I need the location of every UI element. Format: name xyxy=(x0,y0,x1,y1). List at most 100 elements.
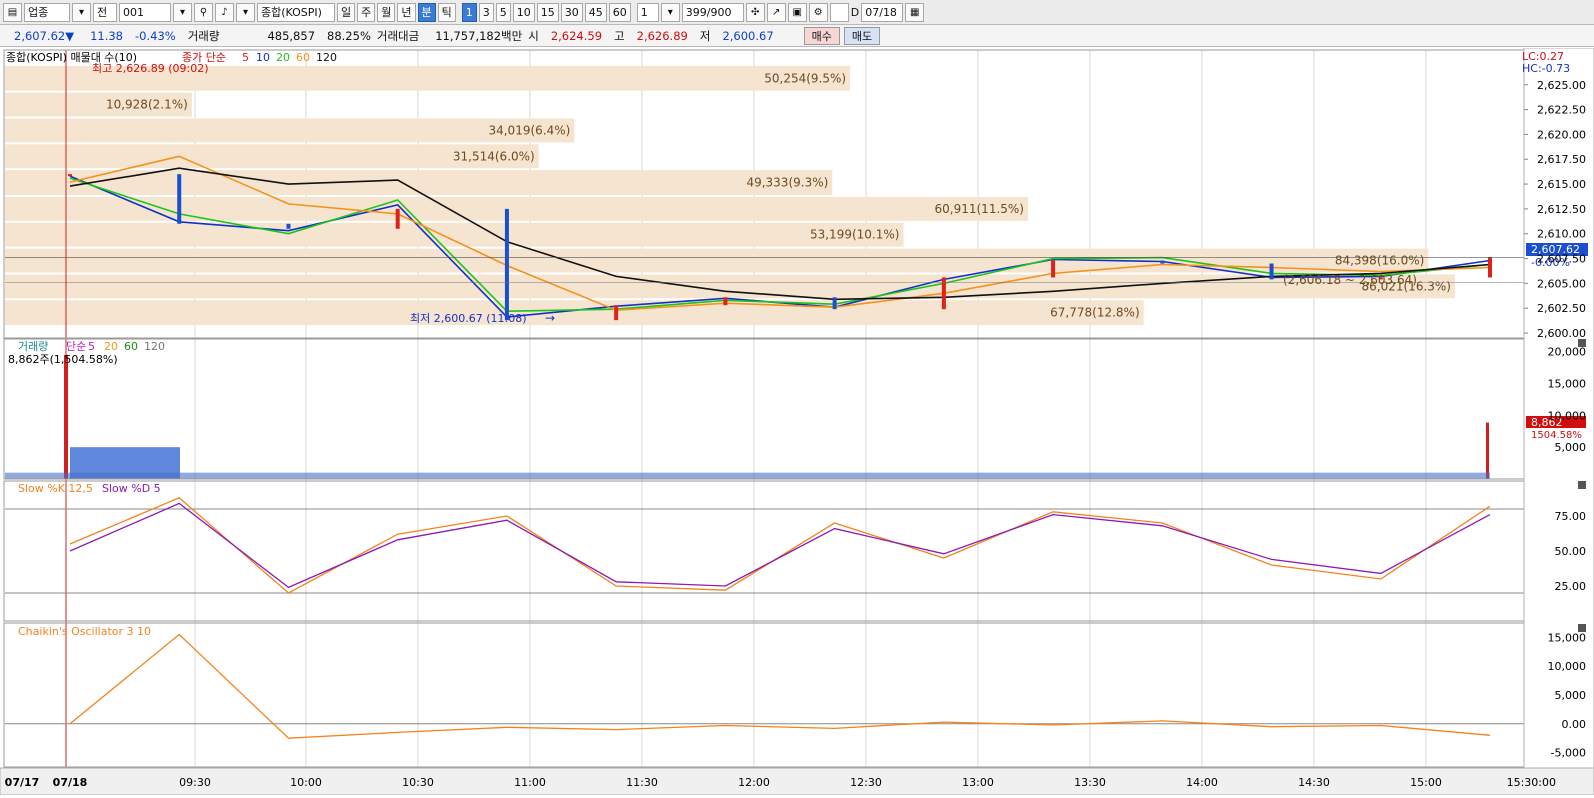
unit-input[interactable]: 1 xyxy=(636,2,659,22)
stoch-pane-close-icon[interactable] xyxy=(1578,481,1586,489)
price-tick-label: 2,600.00 xyxy=(1537,327,1586,340)
period-year-button[interactable]: 년 xyxy=(397,2,416,22)
price-tick-label: 2,615.00 xyxy=(1537,178,1586,191)
stoch-d-title: Slow %D 5 xyxy=(102,482,161,495)
calendar-icon[interactable]: ▦ xyxy=(905,2,925,22)
save-icon[interactable]: ▣ xyxy=(787,2,807,22)
count-input[interactable]: 399/900 xyxy=(681,2,744,22)
current-price: 2,607.62▼ xyxy=(0,29,80,43)
down-arrow-icon: ▼ xyxy=(65,28,75,43)
interval-15-button[interactable]: 15 xyxy=(536,2,559,22)
interval-15-label: 15 xyxy=(540,5,555,19)
time-axis-label: 12:30 xyxy=(850,776,882,789)
period-tick-button[interactable]: 틱 xyxy=(437,2,456,22)
chart-canvas[interactable]: 50,254(9.5%) 10,928(2.1%) 34,019(6.4%) 31,5… xyxy=(0,47,1594,796)
date-input[interactable]: 07/18 xyxy=(861,2,904,22)
interval-5-button[interactable]: 5 xyxy=(495,2,511,22)
volume-profile-label: 53,199(10.1%) xyxy=(810,228,899,242)
low-label: 저 xyxy=(699,28,711,43)
crosshair-tool-icon[interactable]: ✣ xyxy=(745,2,765,22)
interval-30-button[interactable]: 30 xyxy=(560,2,583,22)
volume-ma-20: 20 xyxy=(104,340,118,353)
volume-profile-bar xyxy=(5,196,1029,221)
buy-label: 매수 xyxy=(811,29,832,43)
price-ma-5: 5 xyxy=(242,51,249,64)
time-axis-label: 07/18 xyxy=(53,776,88,789)
list-dropdown-icon[interactable]: ▾ xyxy=(236,2,255,22)
period-day-label: 일 xyxy=(341,6,352,19)
price-candle xyxy=(614,305,619,321)
search-icon[interactable]: ⚲ xyxy=(194,2,213,22)
buy-button[interactable]: 매수 xyxy=(803,26,840,45)
price-candle xyxy=(1160,260,1165,264)
volume-tick-label: 15,000 xyxy=(1548,378,1587,391)
volume-profile-label: 31,514(6.0%) xyxy=(453,149,535,163)
price-tick-label: 2,607.50 xyxy=(1537,253,1586,266)
price-candle xyxy=(1051,260,1056,278)
time-axis-label: 14:30 xyxy=(1298,776,1330,789)
volume-profile-label: 49,333(9.3%) xyxy=(746,176,828,190)
period-month-button[interactable]: 월 xyxy=(377,2,396,22)
stoch-tick-label: 50.00 xyxy=(1555,545,1587,558)
price-candle xyxy=(177,174,182,224)
market-select[interactable]: 업종 xyxy=(24,2,70,22)
date-checkbox[interactable] xyxy=(829,2,849,22)
volume-base-bars xyxy=(5,472,1490,479)
volume-label: 거래량 xyxy=(187,28,220,43)
volume-profile-bar xyxy=(5,222,904,247)
price-candle xyxy=(395,208,400,229)
interval-1-label: 1 xyxy=(465,5,473,19)
chevron-down-icon[interactable]: ▾ xyxy=(72,2,91,22)
interval-5-label: 5 xyxy=(499,5,507,19)
period-year-label: 년 xyxy=(401,6,412,19)
volume-profile-label: 84,398(16.0%) xyxy=(1335,254,1424,268)
interval-45-label: 45 xyxy=(588,5,603,19)
chaikin-pane-close-icon[interactable] xyxy=(1578,624,1586,632)
volume-pane-close-icon[interactable] xyxy=(1578,339,1586,347)
interval-45-button[interactable]: 45 xyxy=(584,2,607,22)
interval-3-button[interactable]: 3 xyxy=(478,2,494,22)
sell-button[interactable]: 매도 xyxy=(843,26,881,45)
volume-profile-label: 10,928(2.1%) xyxy=(106,98,188,112)
price-tick-label: 2,605.00 xyxy=(1537,277,1586,290)
high-value: 2,626.89 xyxy=(636,28,688,43)
price-tick-label: 2,625.00 xyxy=(1537,79,1586,92)
time-axis-label: 11:30 xyxy=(626,776,658,789)
interval-3-label: 3 xyxy=(482,5,490,19)
price-candle xyxy=(1269,263,1274,280)
speaker-icon[interactable]: ♪ xyxy=(215,2,234,22)
volume-spike-open xyxy=(64,354,68,479)
high-annotation: 최고 2,626.89 (09:02) xyxy=(92,62,209,75)
interval-10-button[interactable]: 10 xyxy=(512,2,535,22)
time-axis-label: 11:00 xyxy=(514,776,546,789)
volume-ma-60: 60 xyxy=(124,340,138,353)
period-week-button[interactable]: 주 xyxy=(357,2,376,22)
volume-spike-close xyxy=(1486,422,1489,479)
trend-tool-icon[interactable]: ↗ xyxy=(766,2,786,22)
period-minute-label: 분 xyxy=(421,6,432,19)
sell-label: 매도 xyxy=(851,29,873,43)
interval-30-label: 30 xyxy=(564,5,579,19)
code-dropdown-icon[interactable]: ▾ xyxy=(173,2,192,22)
unit-dropdown-icon[interactable]: ▾ xyxy=(660,2,680,22)
chart-area[interactable]: 50,254(9.5%) 10,928(2.1%) 34,019(6.4%) 31,5… xyxy=(0,47,1594,796)
scope-value: 전 xyxy=(97,6,108,19)
window-menu-icon[interactable]: ▤ xyxy=(3,2,22,22)
hc-value: HC:-0.73 xyxy=(1522,62,1570,75)
period-day-button[interactable]: 일 xyxy=(337,2,356,22)
volume-tick-label: 20,000 xyxy=(1548,346,1587,359)
interval-60-button[interactable]: 60 xyxy=(608,2,631,22)
period-minute-button[interactable]: 분 xyxy=(417,2,436,22)
volume-info: 8,862주(1,504.58%) xyxy=(8,353,118,366)
stoch-k-title: Slow %K 12,5 xyxy=(18,482,93,495)
interval-1-button[interactable]: 1 xyxy=(461,2,477,22)
unit-value: 1 xyxy=(640,5,648,19)
scope-select[interactable]: 전 xyxy=(93,2,117,22)
code-input[interactable]: 001 xyxy=(119,2,171,22)
last-volume-ratio: 1504.58% xyxy=(1531,430,1582,441)
gear-icon[interactable]: ⚙ xyxy=(808,2,828,22)
price-change-pct: -0.43% xyxy=(135,28,176,43)
chaikin-tick-label: 5,000 xyxy=(1555,689,1587,702)
time-axis-label: 07/17 xyxy=(5,776,40,789)
index-name: 종합(KOSPI) xyxy=(261,6,322,19)
